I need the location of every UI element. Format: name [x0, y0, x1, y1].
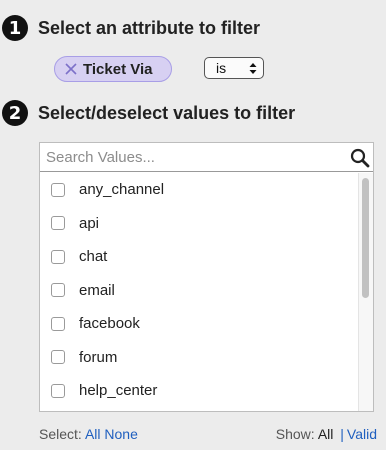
show-controls: Show: All | Valid	[276, 426, 377, 442]
search-box	[40, 143, 373, 172]
values-scrollbar[interactable]	[358, 173, 373, 411]
show-all-option[interactable]: All	[318, 426, 334, 442]
list-item[interactable]: any_channel	[40, 173, 358, 207]
attribute-chip[interactable]: Ticket Via	[54, 56, 172, 82]
value-label: chat	[79, 248, 108, 266]
value-checkbox[interactable]	[51, 249, 65, 264]
value-label: facebook	[79, 315, 140, 333]
value-checkbox[interactable]	[51, 283, 65, 298]
value-label: email	[79, 281, 115, 299]
value-checkbox[interactable]	[51, 383, 65, 398]
list-item[interactable]: forum	[40, 341, 358, 375]
select-none-link[interactable]: None	[104, 426, 137, 442]
select-controls: Select: All None	[39, 426, 138, 442]
scrollbar-thumb[interactable]	[362, 178, 369, 298]
list-item[interactable]: email	[40, 274, 358, 308]
show-valid-link[interactable]: Valid	[347, 426, 377, 442]
list-item[interactable]: chat	[40, 240, 358, 274]
select-all-link[interactable]: All	[85, 426, 101, 442]
value-label: any_channel	[79, 181, 165, 199]
step-number-badge: 1	[2, 15, 28, 41]
values-panel: any_channel api chat email facebook foru…	[39, 142, 374, 412]
step-title: Select an attribute to filter	[38, 17, 261, 38]
search-input[interactable]	[46, 146, 336, 168]
operator-select[interactable]: is	[204, 57, 264, 79]
list-item[interactable]: facebook	[40, 307, 358, 341]
value-checkbox[interactable]	[51, 182, 65, 197]
step-1-header: 1 Select an attribute to filter	[2, 15, 260, 41]
value-label: api	[79, 214, 100, 232]
close-icon[interactable]	[64, 62, 78, 76]
attribute-chip-label: Ticket Via	[83, 60, 153, 78]
show-label: Show:	[275, 426, 315, 442]
step-title: Select/deselect values to filter	[38, 102, 296, 123]
show-separator: |	[340, 426, 344, 442]
value-checkbox[interactable]	[51, 350, 65, 365]
value-label: help_center	[79, 382, 158, 400]
value-label: forum	[79, 348, 118, 366]
select-arrows-icon	[249, 62, 257, 75]
select-label: Select:	[39, 426, 82, 442]
list-item[interactable]: api	[40, 207, 358, 241]
value-checkbox[interactable]	[51, 216, 65, 231]
list-item[interactable]: help_center	[40, 374, 358, 408]
step-number-badge: 2	[2, 100, 28, 126]
step-2-header: 2 Select/deselect values to filter	[2, 100, 295, 126]
value-checkbox[interactable]	[51, 316, 65, 331]
values-list: any_channel api chat email facebook foru…	[40, 173, 358, 408]
search-icon[interactable]	[350, 148, 370, 168]
operator-selected-value: is	[216, 60, 227, 76]
